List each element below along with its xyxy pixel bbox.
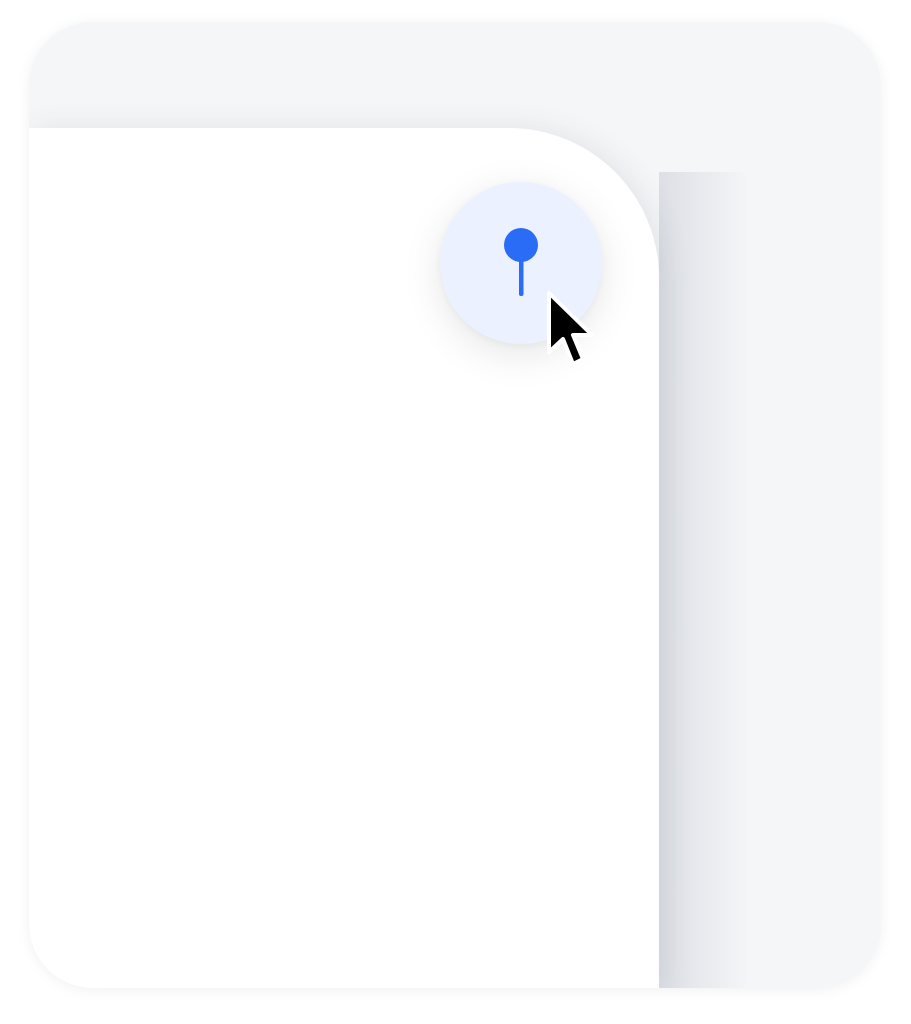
panel-edge-shadow — [659, 172, 749, 988]
window-frame — [29, 22, 881, 988]
mouse-pointer-icon — [547, 291, 594, 366]
